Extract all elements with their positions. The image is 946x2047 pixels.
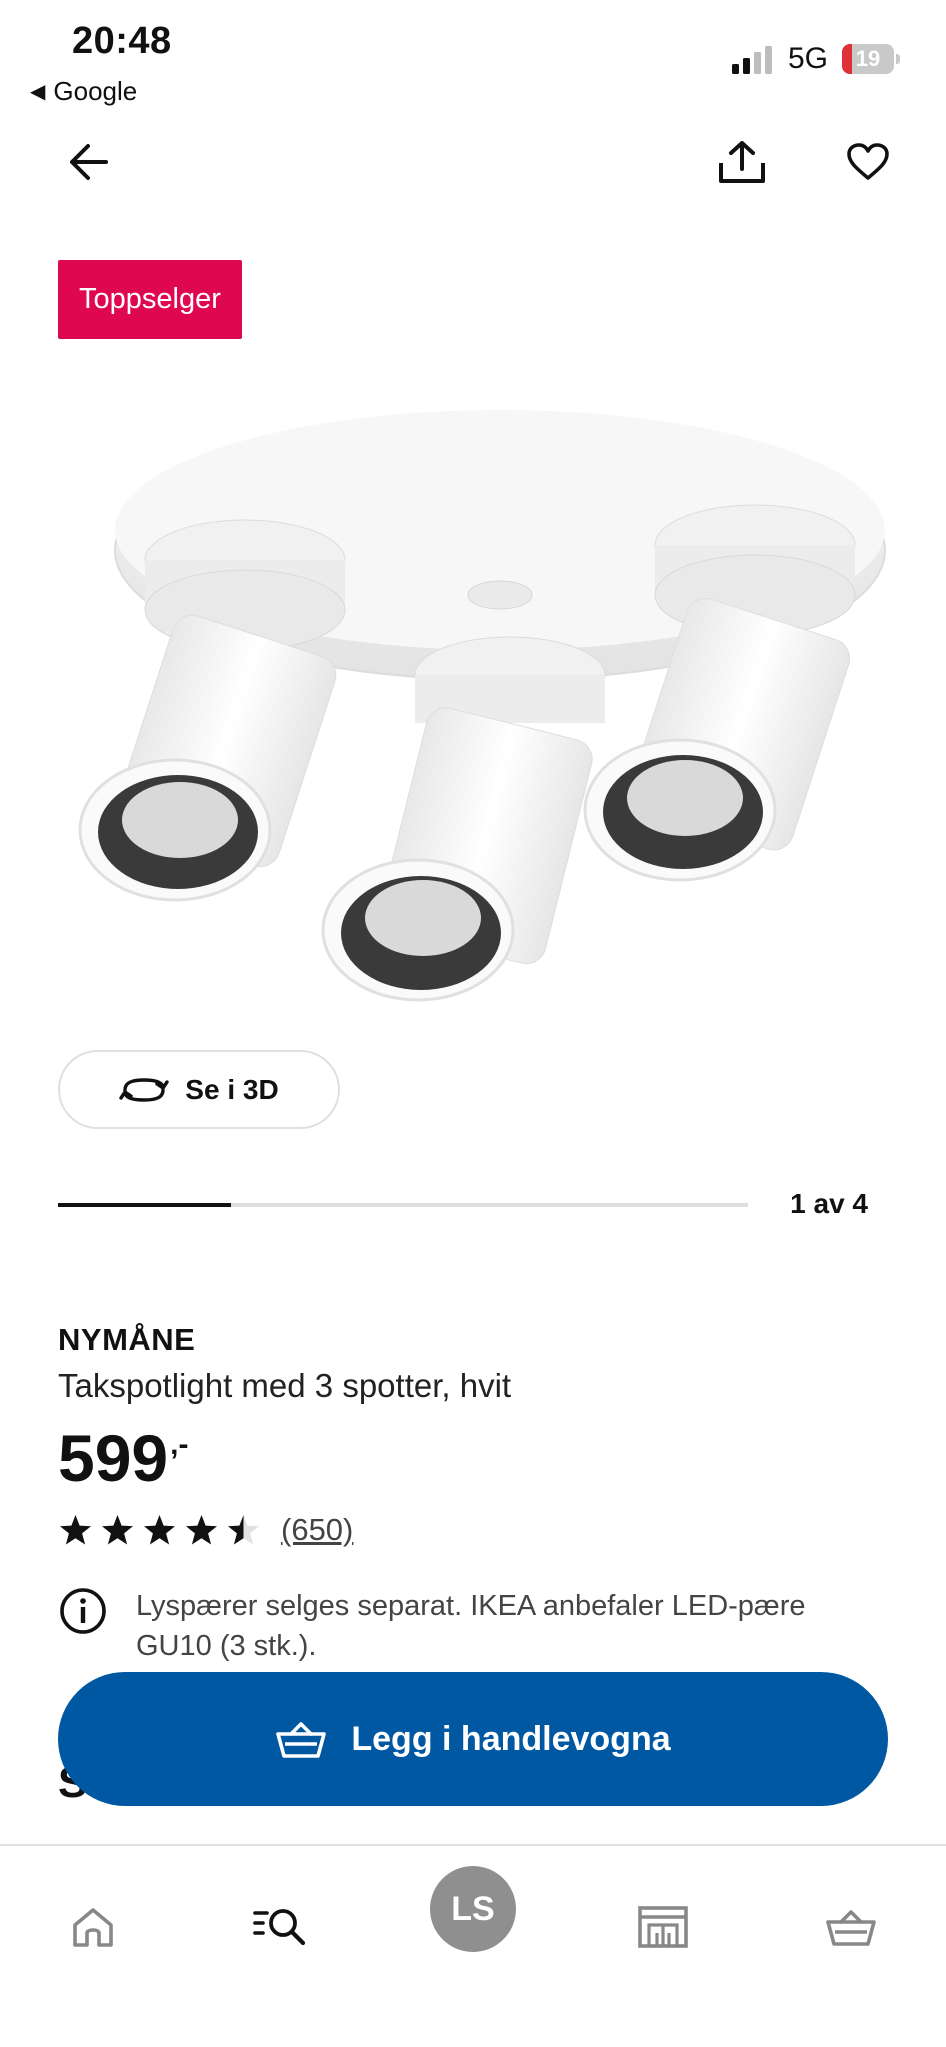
favorite-button[interactable] bbox=[836, 130, 900, 194]
star-icon bbox=[228, 1514, 259, 1544]
back-to-app-link[interactable]: ◀ Google bbox=[30, 76, 137, 107]
add-to-cart-button[interactable]: Legg i handlevogna bbox=[58, 1672, 888, 1806]
rating[interactable]: (650) bbox=[58, 1510, 353, 1550]
status-bar: 20:48 ◀ Google 5G 19 bbox=[0, 0, 946, 110]
top-nav bbox=[0, 130, 946, 210]
home-icon bbox=[73, 1908, 113, 1947]
info-icon bbox=[60, 1588, 106, 1634]
star-icon bbox=[186, 1514, 217, 1544]
info-text: Lyspærer selges separat. IKEA anbefaler … bbox=[136, 1590, 806, 1662]
rotate-3d-icon bbox=[119, 1077, 169, 1102]
product-image[interactable] bbox=[40, 380, 910, 1040]
search-list-icon bbox=[253, 1909, 306, 1946]
view-3d-button[interactable]: Se i 3D bbox=[58, 1050, 340, 1129]
avatar[interactable]: LS bbox=[430, 1866, 516, 1952]
signal-icon bbox=[732, 46, 772, 74]
star-icon bbox=[102, 1514, 133, 1544]
bottom-tab-bar: LS bbox=[0, 1844, 946, 2047]
network-type: 5G bbox=[788, 42, 829, 75]
top-seller-badge: Toppselger bbox=[58, 260, 242, 339]
gallery-position: 1 av 4 bbox=[790, 1188, 868, 1219]
basket-tab-icon bbox=[826, 1910, 876, 1946]
product-description: Takspotlight med 3 spotter, hvit bbox=[58, 1367, 512, 1404]
rating-count-link[interactable]: (650) bbox=[281, 1512, 353, 1548]
status-time: 20:48 bbox=[72, 20, 172, 62]
arrow-left-icon bbox=[70, 144, 108, 180]
share-icon bbox=[719, 141, 765, 183]
back-button[interactable] bbox=[56, 130, 120, 194]
star-icon bbox=[60, 1514, 91, 1544]
battery-icon: 19 bbox=[842, 44, 900, 74]
product-price: 599 ,- bbox=[58, 1420, 188, 1496]
view-3d-label: Se i 3D bbox=[185, 1073, 279, 1105]
tab-search[interactable] bbox=[236, 1882, 326, 1972]
add-to-cart-label: Legg i handlevogna bbox=[351, 1719, 671, 1758]
rating-stars bbox=[58, 1513, 261, 1548]
star-icon bbox=[144, 1514, 175, 1544]
product-name: NYMÅNE bbox=[58, 1322, 196, 1357]
tab-stores[interactable] bbox=[618, 1882, 708, 1972]
tab-cart[interactable] bbox=[806, 1882, 896, 1972]
info-notice: Lyspærer selges separat. IKEA anbefaler … bbox=[58, 1586, 888, 1666]
gallery-progress-fill bbox=[58, 1203, 231, 1207]
heart-icon bbox=[847, 143, 889, 180]
back-triangle-icon: ◀ bbox=[30, 81, 46, 103]
store-icon bbox=[638, 1906, 688, 1948]
price-suffix: ,- bbox=[170, 1428, 189, 1461]
price-value: 599 bbox=[58, 1421, 169, 1495]
back-app-label: Google bbox=[53, 76, 138, 106]
basket-icon bbox=[276, 1722, 327, 1758]
tab-home[interactable] bbox=[48, 1882, 138, 1972]
gallery-progress bbox=[58, 1203, 748, 1207]
battery-level: 19 bbox=[855, 46, 881, 71]
share-button[interactable] bbox=[710, 130, 774, 194]
